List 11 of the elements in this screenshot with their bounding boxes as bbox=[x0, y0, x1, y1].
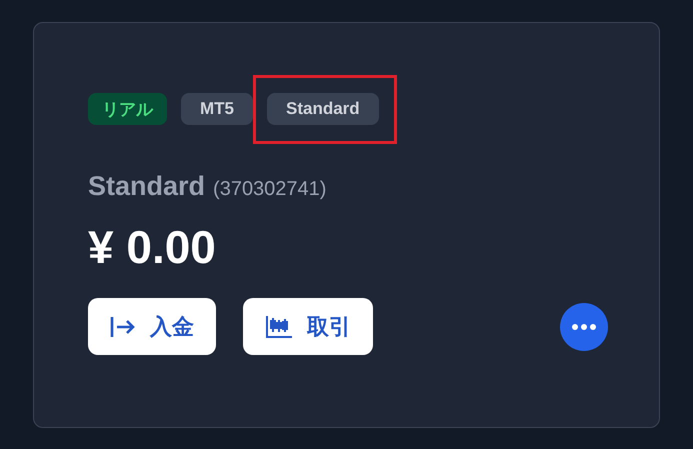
balance: ¥ 0.00 bbox=[88, 220, 217, 274]
account-number: (370302741) bbox=[213, 178, 326, 201]
account-name: Standard bbox=[88, 171, 206, 202]
more-icon bbox=[572, 324, 596, 330]
candlestick-chart-icon bbox=[265, 314, 293, 338]
trade-button[interactable]: 取引 bbox=[243, 298, 373, 355]
more-button[interactable] bbox=[560, 302, 608, 350]
tag: MT5 bbox=[181, 93, 253, 125]
tag: リアル bbox=[88, 93, 167, 125]
arrow-to-bar-icon bbox=[110, 316, 136, 338]
deposit-button[interactable]: 入金 bbox=[88, 298, 216, 355]
